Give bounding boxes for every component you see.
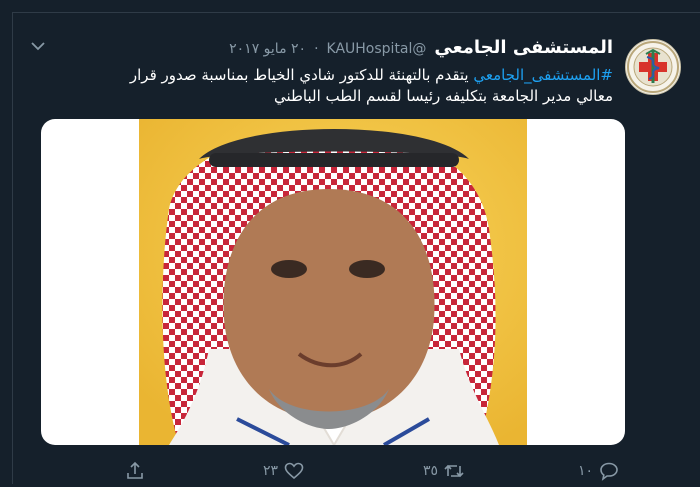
retweet-count: ٣٥ [423, 463, 439, 479]
hashtag-link[interactable]: #المستشفى_الجامعي [473, 66, 613, 84]
tweet-date[interactable]: ٢٠ مايو ٢٠١٧ [229, 41, 306, 57]
reply-button[interactable]: ١٠ [578, 461, 619, 481]
tweet-photo[interactable] [41, 119, 625, 445]
tweet-header: المستشفى الجامعي @KAUHospital · ٢٠ مايو … [229, 37, 613, 58]
display-name[interactable]: المستشفى الجامعي [434, 37, 613, 58]
avatar[interactable] [625, 39, 681, 95]
heart-icon [284, 462, 304, 480]
user-handle[interactable]: @KAUHospital [327, 41, 427, 57]
like-count: ٢٣ [263, 463, 279, 479]
retweet-button[interactable]: ٣٥ [423, 461, 464, 481]
reply-count: ١٠ [578, 463, 594, 479]
portrait-photo [139, 119, 527, 445]
tweet-text: #المستشفى_الجامعي يتقدم بالتهنئة للدكتور… [53, 65, 613, 107]
tweet-text-line-1-rest: يتقدم بالتهنئة للدكتور شادي الخياط بمناس… [129, 66, 474, 84]
tweet-text-line-2: معالي مدير الجامعة بتكليفه رئيسا لقسم ال… [273, 87, 613, 105]
tweet-card[interactable]: المستشفى الجامعي @KAUHospital · ٢٠ مايو … [12, 12, 700, 484]
separator-dot: · [314, 41, 319, 57]
share-icon [127, 461, 143, 479]
like-button[interactable]: ٢٣ [263, 461, 304, 481]
tweet-text-line-1: #المستشفى_الجامعي يتقدم بالتهنئة للدكتور… [53, 65, 613, 86]
share-button[interactable] [125, 461, 145, 481]
hospital-logo-icon [627, 41, 679, 93]
retweet-icon [444, 464, 464, 478]
speech-bubble-icon [600, 462, 618, 481]
chevron-down-icon[interactable] [31, 41, 45, 51]
